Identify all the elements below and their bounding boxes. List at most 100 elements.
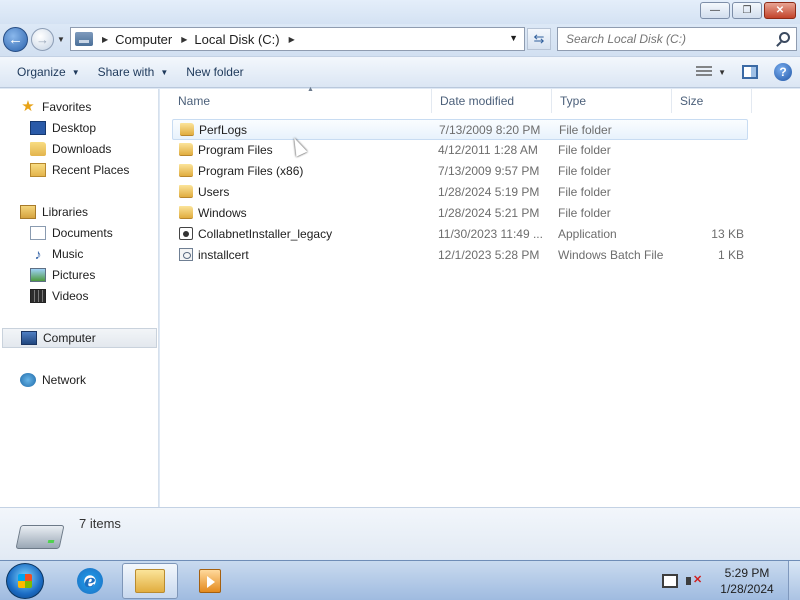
- nav-favorites[interactable]: ★ Favorites: [20, 97, 91, 117]
- new-folder-button[interactable]: New folder: [177, 60, 252, 84]
- folder-icon: [179, 206, 193, 219]
- nav-network[interactable]: Network: [20, 370, 86, 390]
- file-name: PerfLogs: [199, 123, 248, 137]
- nav-label: Downloads: [52, 142, 112, 156]
- back-arrow-icon: ←: [8, 31, 23, 48]
- nav-label: Documents: [52, 226, 113, 240]
- nav-libraries[interactable]: Libraries: [20, 202, 88, 222]
- command-bar: Organize ▼ Share with ▼ New folder ▼ ?: [0, 56, 800, 88]
- dropdown-arrow-icon: ▼: [160, 67, 169, 77]
- file-type: File folder: [558, 185, 611, 199]
- taskbar-media-player[interactable]: [182, 563, 238, 599]
- breadcrumb-chevron-icon[interactable]: ▶: [102, 35, 108, 44]
- preview-pane-icon[interactable]: [742, 65, 758, 79]
- column-header-date-modified[interactable]: Date modified: [432, 89, 552, 113]
- organize-label: Organize: [17, 65, 66, 79]
- refresh-button[interactable]: ⇆: [527, 28, 551, 50]
- libraries-icon: [20, 205, 36, 219]
- address-bar[interactable]: ▶ Computer ▶ Local Disk (C:) ▶ ▼: [70, 27, 525, 51]
- column-label: Type: [560, 94, 587, 108]
- file-type: Application: [558, 227, 617, 241]
- file-name: Users: [198, 185, 230, 199]
- taskbar: e 5:29 PM 1/28/2024: [0, 560, 800, 600]
- recent-places-icon: [30, 163, 46, 177]
- nav-desktop[interactable]: Desktop: [30, 118, 96, 138]
- change-view-icon[interactable]: [696, 66, 713, 78]
- file-row[interactable]: Windows 1/28/2024 5:21 PM File folder: [172, 203, 748, 224]
- start-button[interactable]: [6, 563, 44, 599]
- file-row[interactable]: Program Files 4/12/2011 1:28 AM File fol…: [172, 140, 748, 161]
- minimize-button[interactable]: —: [700, 2, 730, 19]
- nav-label: Favorites: [42, 100, 92, 114]
- nav-pictures[interactable]: Pictures: [30, 265, 95, 285]
- videos-film-icon: [30, 289, 46, 303]
- column-header-name[interactable]: Name ▲: [170, 86, 432, 113]
- back-button[interactable]: ←: [3, 27, 28, 52]
- system-tray: 5:29 PM 1/28/2024: [662, 561, 800, 600]
- column-label: Date modified: [440, 94, 515, 108]
- breadcrumb-local-disk[interactable]: Local Disk (C:): [194, 32, 279, 47]
- nav-documents[interactable]: Documents: [30, 223, 113, 243]
- file-date: 1/28/2024 5:19 PM: [438, 185, 540, 199]
- forward-button[interactable]: →: [31, 28, 54, 51]
- volume-muted-icon[interactable]: [686, 573, 702, 588]
- nav-label: Libraries: [42, 205, 89, 219]
- column-header-type[interactable]: Type: [552, 89, 672, 113]
- media-player-icon: [199, 569, 221, 593]
- file-size: 13 KB: [711, 227, 744, 241]
- address-history-dropdown[interactable]: ▼: [509, 33, 518, 43]
- music-note-icon: ♪: [34, 246, 42, 262]
- show-desktop-button[interactable]: [788, 561, 800, 600]
- recent-pages-dropdown[interactable]: ▼: [57, 35, 65, 44]
- file-name: Program Files (x86): [198, 164, 304, 178]
- nav-recent-places[interactable]: Recent Places: [30, 160, 129, 180]
- internet-explorer-icon: e: [77, 568, 103, 594]
- nav-downloads[interactable]: Downloads: [30, 139, 111, 159]
- file-row[interactable]: installcert 12/1/2023 5:28 PM Windows Ba…: [172, 245, 748, 266]
- nav-label: Network: [42, 373, 87, 387]
- breadcrumb-computer[interactable]: Computer: [115, 32, 172, 47]
- help-icon[interactable]: ?: [774, 63, 792, 81]
- downloads-folder-icon: [30, 142, 46, 156]
- file-type: File folder: [558, 206, 611, 220]
- nav-label: Computer: [43, 331, 96, 345]
- file-row[interactable]: CollabnetInstaller_legacy 11/30/2023 11:…: [172, 224, 748, 245]
- file-row[interactable]: Users 1/28/2024 5:19 PM File folder: [172, 182, 748, 203]
- organize-button[interactable]: Organize ▼: [8, 60, 89, 84]
- breadcrumb-chevron-icon[interactable]: ▶: [181, 35, 187, 44]
- nav-music[interactable]: ♪ Music: [30, 244, 84, 264]
- taskbar-windows-explorer[interactable]: [122, 563, 178, 599]
- file-date: 1/28/2024 5:21 PM: [438, 206, 540, 220]
- search-icon[interactable]: [779, 32, 790, 43]
- nav-videos[interactable]: Videos: [30, 286, 88, 306]
- view-options-dropdown[interactable]: ▼: [718, 68, 726, 77]
- nav-label: Music: [52, 247, 84, 261]
- navigation-bar: ← → ▼ ▶ Computer ▶ Local Disk (C:) ▶ ▼ ⇆: [0, 24, 800, 56]
- breadcrumb-chevron-icon[interactable]: ▶: [289, 35, 295, 44]
- search-box[interactable]: [557, 27, 797, 51]
- clock[interactable]: 5:29 PM 1/28/2024: [710, 565, 784, 597]
- column-label: Name: [178, 94, 211, 108]
- column-label: Size: [680, 94, 704, 108]
- nav-computer[interactable]: Computer: [2, 328, 157, 348]
- clock-date: 1/28/2024: [720, 582, 774, 596]
- forward-arrow-icon: →: [36, 32, 49, 47]
- search-input[interactable]: [566, 32, 766, 46]
- close-button[interactable]: ✕: [764, 2, 796, 19]
- new-folder-label: New folder: [186, 65, 244, 79]
- item-count: 7 items: [79, 516, 121, 531]
- column-header-size[interactable]: Size: [672, 89, 752, 113]
- desktop-icon: [30, 121, 46, 135]
- file-name: Program Files: [198, 143, 273, 157]
- share-with-button[interactable]: Share with ▼: [89, 60, 178, 84]
- network-status-icon[interactable]: [662, 574, 678, 588]
- share-with-label: Share with: [97, 65, 155, 79]
- maximize-button[interactable]: ❐: [732, 2, 762, 19]
- taskbar-internet-explorer[interactable]: e: [62, 563, 118, 599]
- folder-icon: [179, 164, 193, 177]
- file-row[interactable]: PerfLogs 7/13/2009 8:20 PM File folder: [172, 119, 748, 140]
- file-date: 7/13/2009 8:20 PM: [439, 123, 541, 137]
- file-row[interactable]: Program Files (x86) 7/13/2009 9:57 PM Fi…: [172, 161, 748, 182]
- file-date: 7/13/2009 9:57 PM: [438, 164, 540, 178]
- file-name: installcert: [198, 248, 249, 262]
